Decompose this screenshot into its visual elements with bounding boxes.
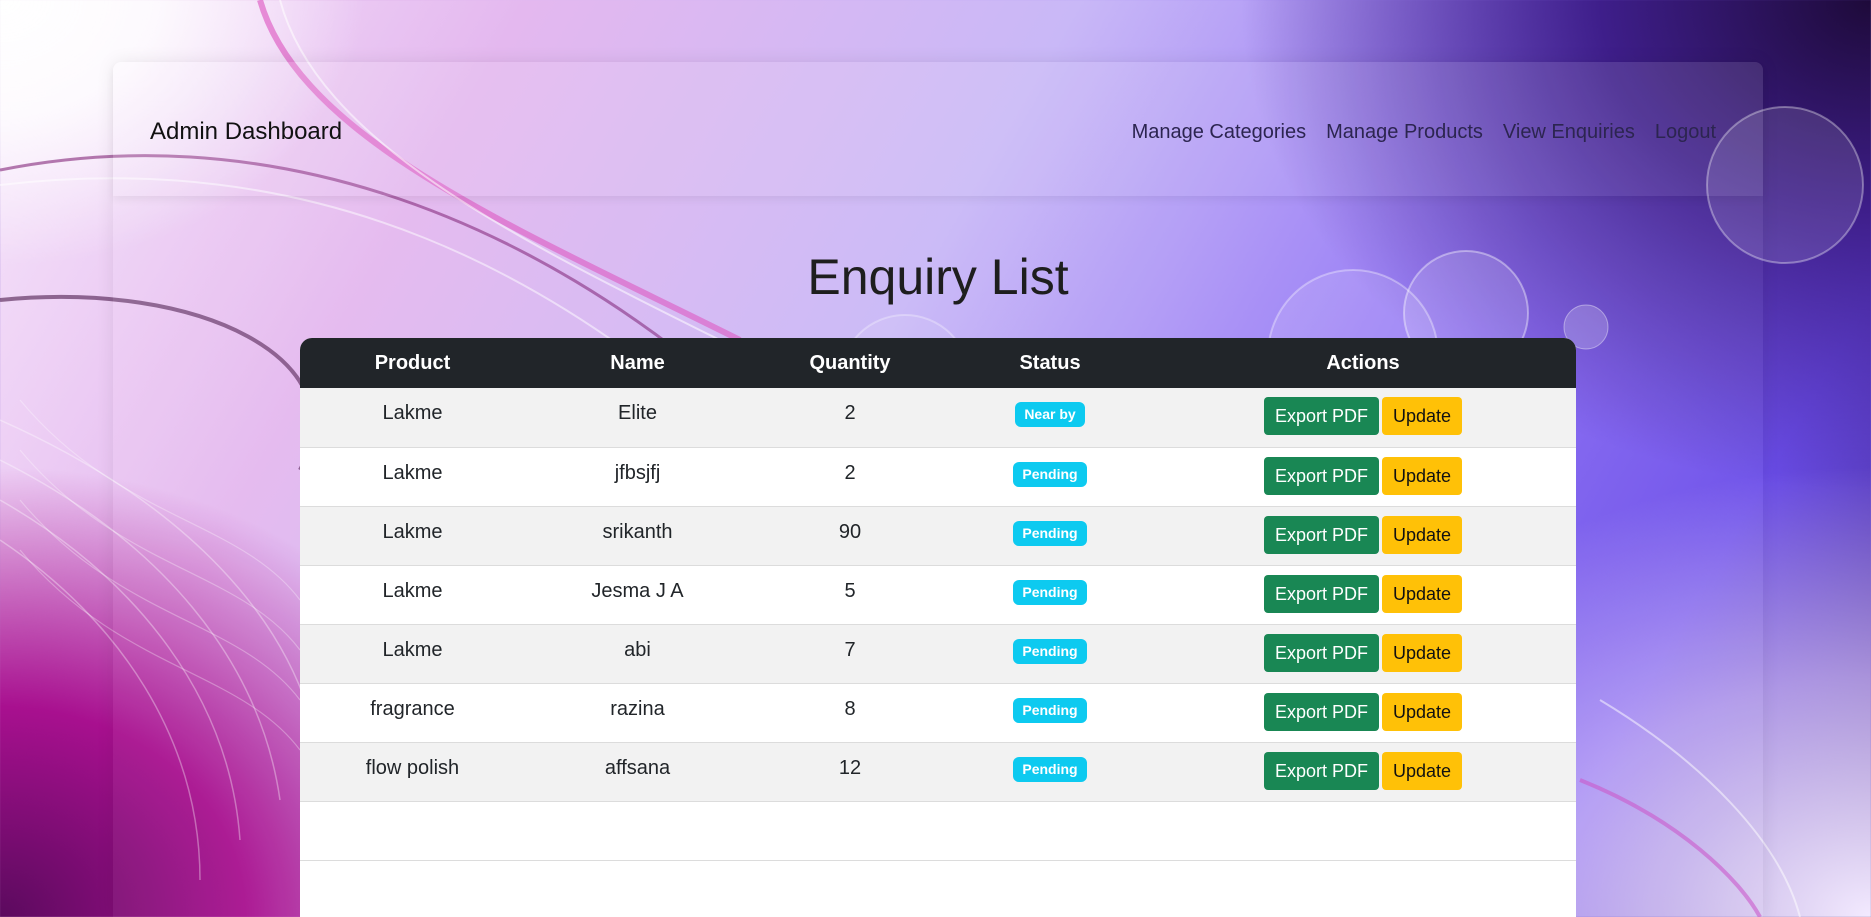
table-row: Lakme Jesma J A 5 Pending Export PDF Upda… <box>300 565 1576 624</box>
cell-status: Pending <box>950 742 1150 801</box>
cell-product: Lakme <box>382 579 443 602</box>
export-pdf-button[interactable]: Export PDF <box>1263 515 1379 554</box>
cell-quantity: 2 <box>844 461 856 484</box>
cell-actions: Export PDF Update <box>1150 506 1576 565</box>
column-header-product: Product <box>374 351 451 374</box>
cell-product: Lakme <box>382 520 443 543</box>
update-button[interactable]: Update <box>1381 751 1463 790</box>
cell-quantity: 2 <box>844 402 856 424</box>
status-badge: Pending <box>1013 697 1087 723</box>
cell-actions: Export PDF Update <box>1150 447 1576 506</box>
table-header-row: Product Name Quantity Status Actions <box>300 338 1576 388</box>
cell-status: Near by <box>950 388 1150 447</box>
update-button[interactable]: Update <box>1381 574 1463 613</box>
update-button[interactable]: Update <box>1381 515 1463 554</box>
cell-product: Lakme <box>382 638 443 661</box>
status-badge: Pending <box>1013 756 1087 782</box>
page-title: Enquiry List <box>807 249 1069 305</box>
status-badge: Pending <box>1013 638 1087 664</box>
table-row: flow polish affsana 12 Pending Export PD… <box>300 742 1576 801</box>
cell-product: Lakme <box>382 461 443 484</box>
cell-name: srikanth <box>602 520 673 543</box>
empty-cell <box>300 801 1576 860</box>
cell-name: Elite <box>618 402 657 424</box>
nav-link-view-enquiries[interactable]: View Enquiries <box>1503 121 1635 144</box>
export-pdf-button[interactable]: Export PDF <box>1263 692 1379 731</box>
export-pdf-button[interactable]: Export PDF <box>1263 397 1379 435</box>
table-row: Lakme srikanth 90 Pending Export PDF Upda… <box>300 506 1576 565</box>
table-row: Lakme abi 7 Pending Export PDF Update <box>300 624 1576 683</box>
empty-row <box>300 801 1576 860</box>
cell-actions: Export PDF Update <box>1150 565 1576 624</box>
export-pdf-button[interactable]: Export PDF <box>1263 633 1379 672</box>
cell-status: Pending <box>950 683 1150 742</box>
cell-name: Jesma J A <box>591 579 684 602</box>
table-row: Lakme jfbsjfj 2 Pending Export PDF Update <box>300 447 1576 506</box>
nav-link-manage-products[interactable]: Manage Products <box>1326 121 1483 144</box>
enquiry-table-container: Product Name Quantity Status Actions Lak… <box>300 338 1576 917</box>
status-badge: Pending <box>1013 520 1087 546</box>
update-button[interactable]: Update <box>1381 397 1463 435</box>
cell-quantity: 90 <box>838 520 862 543</box>
cell-actions: Export PDF Update <box>1150 624 1576 683</box>
cell-actions: Export PDF Update <box>1150 388 1576 447</box>
column-header-actions: Actions <box>1326 351 1400 374</box>
cell-actions: Export PDF Update <box>1150 683 1576 742</box>
nav-link-logout[interactable]: Logout <box>1655 121 1716 144</box>
table-row: Lakme Elite 2 Near by Export PDF Update <box>300 388 1576 447</box>
cell-quantity: 12 <box>838 756 862 779</box>
cell-name: affsana <box>604 756 671 779</box>
status-badge: Pending <box>1013 579 1087 605</box>
status-badge: Near by <box>1015 402 1085 427</box>
status-badge: Pending <box>1013 461 1087 487</box>
cell-name: razina <box>610 697 665 720</box>
cell-status: Pending <box>950 447 1150 506</box>
table-body: Lakme Elite 2 Near by Export PDF Update L… <box>300 388 1576 860</box>
export-pdf-button[interactable]: Export PDF <box>1263 751 1379 790</box>
enquiry-table: Product Name Quantity Status Actions Lak… <box>300 338 1576 861</box>
cell-quantity: 5 <box>844 579 856 602</box>
cell-actions: Export PDF Update <box>1150 742 1576 801</box>
export-pdf-button[interactable]: Export PDF <box>1263 456 1379 495</box>
brand-link[interactable]: Admin Dashboard <box>150 118 342 146</box>
column-header-quantity: Quantity <box>809 351 891 374</box>
table-row: fragrance razina 8 Pending Export PDF Upd… <box>300 683 1576 742</box>
cell-product: Lakme <box>382 402 443 424</box>
update-button[interactable]: Update <box>1381 692 1463 731</box>
cell-status: Pending <box>950 624 1150 683</box>
update-button[interactable]: Update <box>1381 456 1463 495</box>
cell-name: jfbsjfj <box>614 461 661 484</box>
cell-quantity: 7 <box>844 638 856 661</box>
nav-links: Manage Categories Manage Products View E… <box>1132 121 1716 144</box>
cell-status: Pending <box>950 565 1150 624</box>
cell-product: flow polish <box>365 756 460 779</box>
export-pdf-button[interactable]: Export PDF <box>1263 574 1379 613</box>
cell-quantity: 8 <box>844 697 856 720</box>
cell-name: abi <box>624 638 651 661</box>
cell-product: fragrance <box>370 697 455 720</box>
column-header-status: Status <box>1019 351 1081 374</box>
column-header-name: Name <box>610 351 665 374</box>
nav-link-manage-categories[interactable]: Manage Categories <box>1132 121 1307 144</box>
cell-status: Pending <box>950 506 1150 565</box>
update-button[interactable]: Update <box>1381 633 1463 672</box>
